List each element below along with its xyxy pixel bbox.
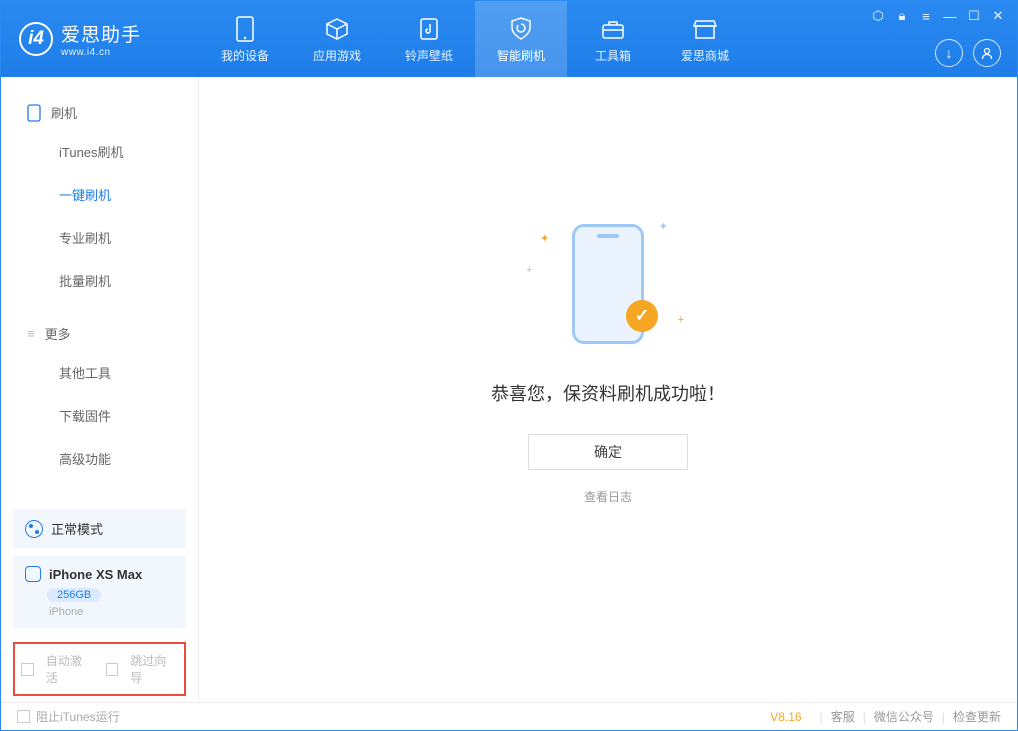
mode-icon bbox=[25, 520, 43, 538]
download-button[interactable]: ↓ bbox=[935, 39, 963, 67]
app-site: www.i4.cn bbox=[61, 47, 141, 58]
ok-button[interactable]: 确定 bbox=[528, 434, 688, 470]
footer-link-support[interactable]: 客服 bbox=[831, 708, 855, 725]
store-icon bbox=[692, 15, 718, 43]
success-illustration: ✦ + ✦ + ✓ bbox=[518, 214, 698, 354]
tab-label: 应用游戏 bbox=[313, 47, 361, 64]
device-box[interactable]: iPhone XS Max 256GB iPhone bbox=[13, 556, 186, 628]
window-controls: ⬡ 🔒︎ ≡ ― ☐ ✕ bbox=[871, 9, 1005, 23]
user-button[interactable] bbox=[973, 39, 1001, 67]
tab-label: 工具箱 bbox=[595, 47, 631, 64]
sidebar-item-advanced[interactable]: 高级功能 bbox=[1, 437, 198, 480]
device-storage: 256GB bbox=[47, 588, 101, 602]
sidebar-group-flash: 刷机 bbox=[1, 95, 198, 130]
app-header: i4 爱思助手 www.i4.cn 我的设备 应用游戏 铃声壁纸 智能刷机 工具… bbox=[1, 1, 1017, 77]
device-type: iPhone bbox=[49, 606, 174, 618]
tab-ringtones[interactable]: 铃声壁纸 bbox=[383, 1, 475, 77]
block-itunes-label: 阻止iTunes运行 bbox=[36, 708, 120, 725]
tab-label: 铃声壁纸 bbox=[405, 47, 453, 64]
sidebar-item-other-tools[interactable]: 其他工具 bbox=[1, 351, 198, 394]
options-highlight-box: 自动激活 跳过向导 bbox=[13, 642, 186, 696]
sidebar-item-download-firmware[interactable]: 下载固件 bbox=[1, 394, 198, 437]
tab-apps-games[interactable]: 应用游戏 bbox=[291, 1, 383, 77]
music-icon bbox=[418, 15, 440, 43]
shirt-icon[interactable]: ⬡ bbox=[871, 9, 885, 23]
checkbox-block-itunes[interactable] bbox=[17, 710, 30, 723]
tab-label: 爱思商城 bbox=[681, 47, 729, 64]
group-title: 刷机 bbox=[51, 103, 77, 122]
version-label: V8.16 bbox=[770, 710, 801, 724]
shield-icon bbox=[509, 15, 533, 43]
success-message: 恭喜您，保资料刷机成功啦！ bbox=[491, 380, 725, 406]
check-badge-icon: ✓ bbox=[626, 300, 658, 332]
view-log-link[interactable]: 查看日志 bbox=[584, 488, 632, 505]
cube-icon bbox=[324, 15, 350, 43]
logo-icon: i4 bbox=[19, 22, 53, 56]
device-name: iPhone XS Max bbox=[49, 567, 142, 582]
close-icon[interactable]: ✕ bbox=[991, 9, 1005, 23]
maximize-icon[interactable]: ☐ bbox=[967, 9, 981, 23]
sidebar: 刷机 iTunes刷机 一键刷机 专业刷机 批量刷机 ≡ 更多 其他工具 下载固… bbox=[1, 77, 199, 702]
toolbox-icon bbox=[600, 15, 626, 43]
tab-flash[interactable]: 智能刷机 bbox=[475, 1, 567, 77]
device-icon bbox=[25, 566, 41, 582]
sidebar-item-itunes-flash[interactable]: iTunes刷机 bbox=[1, 130, 198, 173]
checkbox-skip-guide[interactable] bbox=[106, 663, 119, 676]
sidebar-group-more: ≡ 更多 bbox=[1, 316, 198, 351]
footer-link-update[interactable]: 检查更新 bbox=[953, 708, 1001, 725]
menu-icon[interactable]: ≡ bbox=[919, 9, 933, 23]
footer: 阻止iTunes运行 V8.16 | 客服 | 微信公众号 | 检查更新 bbox=[1, 702, 1017, 730]
auto-activate-label: 自动激活 bbox=[46, 652, 94, 686]
mode-box[interactable]: 正常模式 bbox=[13, 509, 186, 548]
lock-icon[interactable]: 🔒︎ bbox=[895, 9, 909, 23]
sidebar-item-onekey-flash[interactable]: 一键刷机 bbox=[1, 173, 198, 216]
mode-label: 正常模式 bbox=[51, 519, 103, 538]
nav-tabs: 我的设备 应用游戏 铃声壁纸 智能刷机 工具箱 爱思商城 bbox=[199, 1, 751, 77]
tab-store[interactable]: 爱思商城 bbox=[659, 1, 751, 77]
checkbox-auto-activate[interactable] bbox=[21, 663, 34, 676]
list-icon: ≡ bbox=[27, 326, 35, 341]
tab-my-device[interactable]: 我的设备 bbox=[199, 1, 291, 77]
group-title: 更多 bbox=[45, 324, 71, 343]
minimize-icon[interactable]: ― bbox=[943, 9, 957, 23]
footer-link-wechat[interactable]: 微信公众号 bbox=[874, 708, 934, 725]
tab-label: 我的设备 bbox=[221, 47, 269, 64]
app-name: 爱思助手 bbox=[61, 20, 141, 47]
logo-area: i4 爱思助手 www.i4.cn bbox=[1, 20, 199, 58]
sidebar-item-pro-flash[interactable]: 专业刷机 bbox=[1, 216, 198, 259]
device-icon bbox=[236, 15, 254, 43]
tab-toolbox[interactable]: 工具箱 bbox=[567, 1, 659, 77]
phone-icon bbox=[27, 104, 41, 122]
skip-guide-label: 跳过向导 bbox=[130, 652, 178, 686]
sidebar-item-batch-flash[interactable]: 批量刷机 bbox=[1, 259, 198, 302]
tab-label: 智能刷机 bbox=[497, 47, 545, 64]
main-content: ✦ + ✦ + ✓ 恭喜您，保资料刷机成功啦！ 确定 查看日志 bbox=[199, 77, 1017, 702]
